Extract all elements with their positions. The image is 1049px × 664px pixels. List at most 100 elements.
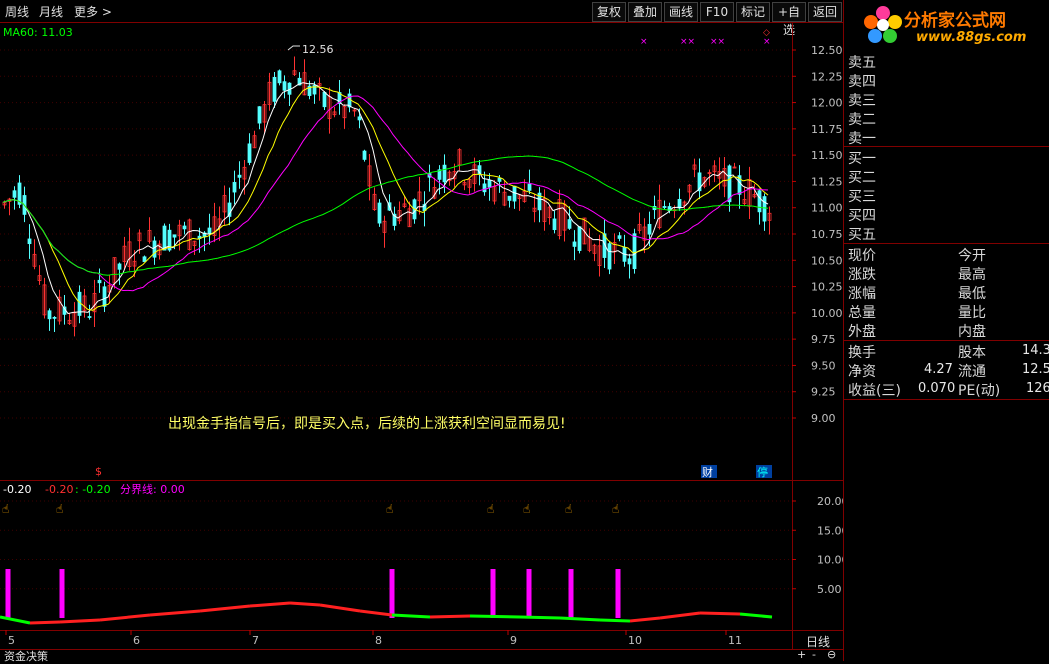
zoom-out-button[interactable]: - (812, 648, 816, 661)
candle-body (507, 195, 512, 201)
candle-body (497, 177, 502, 182)
y-tick-label: 5.00 (817, 583, 842, 596)
high-label: 最高 (958, 267, 986, 283)
candle-body (762, 196, 767, 222)
candle-body (152, 240, 157, 258)
y-tick-label: 9.75 (811, 333, 836, 346)
capital-flow-line (359, 609, 393, 617)
y-tick-label: 10.75 (811, 228, 843, 241)
indicator-label-2: -0.20 (45, 483, 73, 496)
capital-flow-line (249, 601, 291, 608)
capital-flow-line (599, 618, 631, 623)
candle-body (182, 225, 187, 230)
candle-body (577, 226, 582, 251)
finger-signal-icon: ☝ (56, 502, 63, 516)
candle-body (282, 81, 287, 91)
float-value: 12.5 (1022, 362, 1049, 377)
draw-line-button[interactable]: 画线 (664, 2, 698, 22)
net-assets-label: 净资 (848, 364, 876, 380)
more-menu-button[interactable]: 更多 > (74, 3, 112, 20)
candle-body (277, 70, 282, 84)
ma5-line (2, 82, 769, 315)
signal-bar (59, 569, 65, 618)
reset-button[interactable]: ⊖ (827, 648, 836, 661)
candle-body (117, 263, 122, 270)
finger-signal-icon: ☝ (487, 502, 494, 516)
annotation-text: 出现金手指信号后，即是买入点，后续的上涨获利空间显而易见! (168, 415, 566, 432)
tab-weekly[interactable]: 周线 (5, 3, 29, 20)
event-marker-icon: $ (95, 465, 102, 478)
svg-text:◇: ◇ (763, 28, 770, 38)
finance-tag[interactable]: 财 (702, 465, 713, 479)
capital-flow-line (29, 620, 61, 625)
candle-body (172, 234, 177, 238)
svg-text:××: ×× (680, 37, 695, 47)
candle-body (162, 225, 167, 251)
indicator-label-3: : -0.20 (75, 483, 111, 496)
eps-value: 0.070 (918, 381, 956, 396)
mark-button[interactable]: 标记 (736, 2, 770, 22)
capital-flow-line (319, 603, 361, 613)
candle-body (627, 258, 632, 265)
divider (844, 399, 1049, 400)
quote-panel: 分析家公式网 www.88gs.com 卖五 卖四 卖三 卖二 卖一 买一 买二… (843, 0, 1049, 661)
capital-flow-line (559, 616, 601, 622)
zoom-in-button[interactable]: + (797, 648, 806, 661)
period-label[interactable]: 日线 (806, 635, 830, 649)
sell-2-label: 卖二 (848, 112, 876, 128)
divider (844, 146, 1049, 147)
ma60-label: MA60: 11.03 (3, 26, 73, 39)
sell-4-label: 卖四 (848, 74, 876, 90)
capital-flow-line (659, 611, 701, 620)
add-favorite-button[interactable]: +自选 (772, 2, 806, 37)
signal-bar (568, 569, 574, 618)
price-label: 现价 (848, 248, 876, 264)
inner-disk-label: 内盘 (958, 324, 986, 340)
logo-url: www.88gs.com (916, 30, 1027, 45)
signal-bar (526, 569, 532, 618)
candle-body (142, 256, 147, 263)
finger-signal-icon: ☝ (612, 502, 619, 516)
candle-body (27, 238, 32, 245)
y-tick-label: 12.00 (811, 97, 843, 110)
adjust-price-button[interactable]: 复权 (592, 2, 626, 22)
pe-value: 126 (1026, 381, 1049, 396)
y-tick-label: 9.50 (811, 359, 836, 372)
back-button[interactable]: 返回 (808, 2, 842, 22)
net-assets-value: 4.27 (924, 362, 953, 377)
candle-body (247, 143, 252, 163)
low-label: 最低 (958, 286, 986, 302)
signal-bar (490, 569, 496, 618)
change-label: 涨跌 (848, 267, 876, 283)
x-tick-label: 10 (628, 634, 642, 647)
capital-flow-line (199, 604, 251, 613)
x-tick-label: 8 (375, 634, 382, 647)
divider (844, 340, 1049, 341)
y-tick-label: 10.00 (817, 554, 843, 567)
indicator-tab[interactable]: 资金决策 (4, 648, 48, 664)
turnover-label: 换手 (848, 345, 876, 361)
kline-chart[interactable]: 12.50 12.25 12.00 11.75 11.50 11.25 11.00 10.75… (0, 22, 843, 480)
y-tick-label: 10.00 (811, 307, 843, 320)
tab-monthly[interactable]: 月线 (39, 3, 63, 20)
capital-flow-line (739, 612, 773, 619)
sell-5-label: 卖五 (848, 55, 876, 71)
y-tick-label: 11.50 (811, 149, 843, 162)
indicator-chart[interactable]: -0.20 -0.20 : -0.20 分界线: 0.00 ☝ ☝ ☝ ☝ ☝ ☝ ☝ 20… (0, 480, 843, 650)
candle-body (272, 76, 277, 102)
suspend-tag[interactable]: 停 (757, 465, 768, 479)
candle-body (552, 218, 557, 231)
ma60-line (2, 155, 769, 276)
capital-flow-line (149, 609, 201, 617)
open-label: 今开 (958, 248, 986, 264)
buy-2-label: 买二 (848, 170, 876, 186)
candle-body (357, 116, 362, 121)
f10-button[interactable]: F10 (700, 2, 734, 22)
candle-body (362, 150, 367, 160)
overlay-button[interactable]: 叠加 (628, 2, 662, 22)
svg-text:××: ×× (710, 37, 725, 47)
share-capital-label: 股本 (958, 345, 986, 361)
x-tick-label: 5 (8, 634, 15, 647)
finger-signal-icon: ☝ (386, 502, 393, 516)
candle-body (572, 241, 577, 247)
